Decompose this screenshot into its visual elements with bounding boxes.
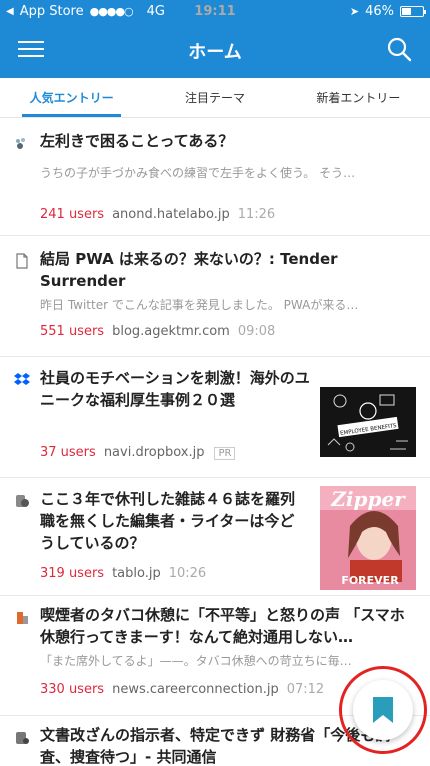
entry-meta: 241 users anond.hatelabo.jp 11:26 <box>40 207 275 222</box>
entry-snippet: うちの子が手づかみ食べの練習で左手をよく使う。 そう… <box>40 166 356 180</box>
entry-title[interactable]: 左利きで困ることってある？ <box>40 130 410 152</box>
bookmark-count[interactable]: 551 users <box>40 324 104 339</box>
bookmark-fab-button[interactable] <box>353 680 413 740</box>
entry-title[interactable]: 喫煙者のタバコ休憩に「不平等」と怒りの声 「スマホ休憩行ってきまーす！なんて絶対… <box>40 604 412 648</box>
pr-badge: PR <box>214 447 236 460</box>
employee-benefits-thumbnail[interactable]: EMPLOYEE BENEFITS <box>320 387 416 457</box>
bookmark-count[interactable]: 319 users <box>40 566 104 581</box>
tab-new[interactable]: 新着エントリー <box>287 78 430 117</box>
entry-title[interactable]: 社員のモチベーションを刺激！海外のユニークな福利厚生事例２０選 <box>40 367 310 411</box>
magazine-cover-text: FOREVER <box>341 574 399 587</box>
list-item[interactable]: 社員のモチベーションを刺激！海外のユニークな福利厚生事例２０選 37 users… <box>0 357 430 478</box>
tablo-icon <box>16 495 29 507</box>
entry-domain: navi.dropbox.jp <box>103 445 205 460</box>
entry-time: 07:12 <box>286 682 325 697</box>
location-arrow-icon: ➤ <box>349 5 360 18</box>
kyodo-icon <box>16 732 29 744</box>
list-item[interactable]: 結局 PWA は来るの？来ないの？: Tender Surrender 昨日 T… <box>0 236 430 357</box>
entry-meta: 37 users navi.dropbox.jp PR <box>40 445 236 460</box>
bookmark-icon <box>373 697 393 723</box>
entry-meta: 330 users news.careerconnection.jp 07:12 <box>40 682 324 697</box>
entry-domain: anond.hatelabo.jp <box>112 207 230 222</box>
magazine-logo: Zipper <box>330 487 406 511</box>
bookmark-count[interactable]: 37 users <box>40 445 96 460</box>
entry-time: 10:26 <box>168 566 207 581</box>
zipper-magazine-thumbnail[interactable]: Zipper FOREVER <box>320 486 416 590</box>
dropbox-icon <box>14 373 30 385</box>
entry-snippet: 「また席外してるよ」——。タバコ休憩への苛立ちに毎… <box>40 654 352 668</box>
tab-themes[interactable]: 注目テーマ <box>143 78 286 117</box>
status-bar: ◀ App Store ●●●●○ 4G 19:11 ➤ 46% <box>0 0 430 24</box>
status-right: ➤ 46% <box>349 4 426 19</box>
entry-domain: tablo.jp <box>112 566 161 581</box>
entry-snippet: 昨日 Twitter でこんな記事を発見しました。 PWAが来る… <box>40 298 359 312</box>
entry-title[interactable]: 結局 PWA は来るの？来ないの？: Tender Surrender <box>40 248 410 292</box>
entry-title[interactable]: ここ３年で休刊した雑誌４６誌を羅列 職を無くした編集者・ライターは今どうしている… <box>40 488 305 554</box>
tab-popular[interactable]: 人気エントリー <box>0 78 143 117</box>
app-header: ◀ App Store ●●●●○ 4G 19:11 ➤ 46% ホーム <box>0 0 430 78</box>
navigation-bar: ホーム <box>0 24 430 78</box>
entry-meta: 551 users blog.agektmr.com 09:08 <box>40 324 275 339</box>
hatena-anond-icon <box>16 138 25 149</box>
tab-bar: 人気エントリー 注目テーマ 新着エントリー <box>0 78 430 118</box>
entry-domain: news.careerconnection.jp <box>112 682 279 697</box>
entry-time: 09:08 <box>237 324 276 339</box>
list-item[interactable]: 左利きで困ることってある？ うちの子が手づかみ食べの練習で左手をよく使う。 そう… <box>0 118 430 236</box>
bookmark-count[interactable]: 330 users <box>40 682 104 697</box>
battery-icon <box>400 6 426 17</box>
list-item[interactable]: ここ３年で休刊した雑誌４６誌を羅列 職を無くした編集者・ライターは今どうしている… <box>0 478 430 596</box>
page-title: ホーム <box>188 42 242 63</box>
entry-time: 11:26 <box>237 207 276 222</box>
document-icon <box>16 253 28 269</box>
search-icon[interactable] <box>386 36 412 62</box>
entry-meta: 319 users tablo.jp 10:26 <box>40 566 206 581</box>
entry-domain: blog.agektmr.com <box>112 324 230 339</box>
battery-percent: 46% <box>365 4 394 19</box>
careerconnection-icon <box>17 612 28 624</box>
bookmark-count[interactable]: 241 users <box>40 207 104 222</box>
